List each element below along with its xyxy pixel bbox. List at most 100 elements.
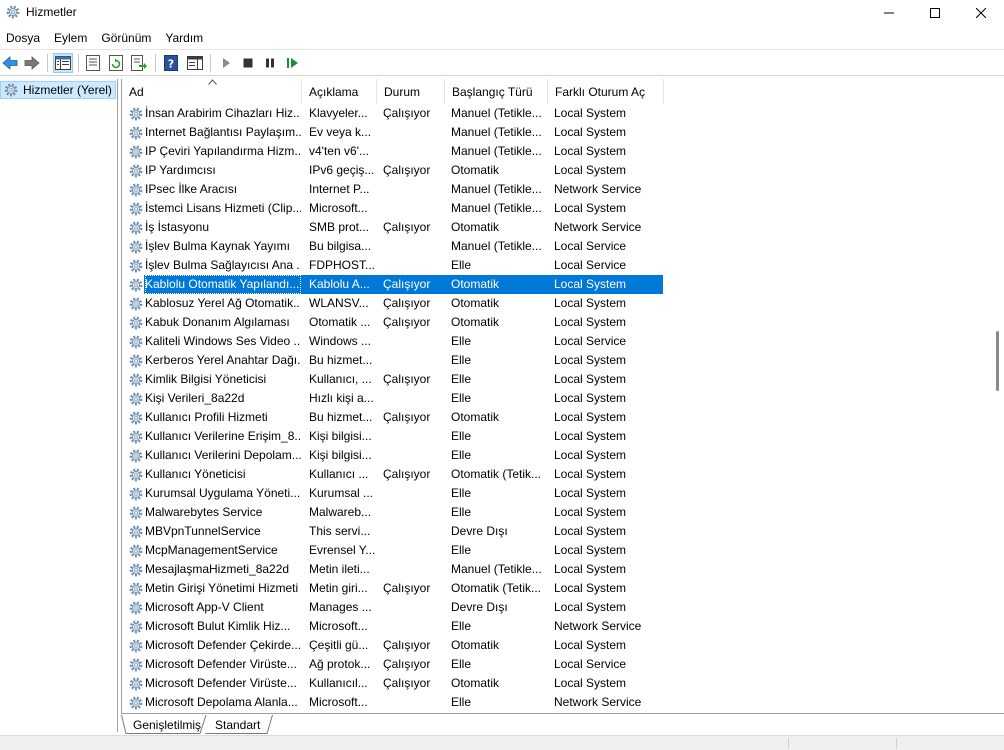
pause-icon (266, 58, 274, 68)
export-list-button[interactable] (129, 53, 149, 73)
service-row[interactable]: Kablolu Otomatik Yapılandı... Kablolu A..… (122, 275, 982, 294)
service-startup-type-cell: Otomatik (451, 277, 500, 291)
service-row[interactable]: Kullanıcı Verilerine Erişim_8... Kişi bil… (122, 427, 982, 446)
sort-ascending-icon (208, 79, 217, 85)
service-status-cell (383, 389, 443, 408)
service-row[interactable]: Internet Bağlantısı Paylaşım... Ev veya k… (122, 123, 982, 142)
menu-yardim[interactable]: Yardım (159, 28, 211, 48)
service-row[interactable]: IPsec İlke Aracısı Internet P... Manuel (T… (122, 180, 982, 199)
service-gear-icon (129, 335, 143, 349)
service-name-cell: Internet Bağlantısı Paylaşım... (145, 125, 301, 139)
menu-dosya[interactable]: Dosya (0, 28, 48, 48)
maximize-button[interactable] (912, 0, 958, 26)
menu-gorunum[interactable]: Görünüm (95, 28, 159, 48)
column-header-name[interactable]: Ad (122, 79, 302, 104)
services-list: Ad Açıklama Durum Başlangıç Türü Farklı … (121, 79, 1004, 713)
back-button[interactable] (0, 53, 20, 73)
tab-extended[interactable]: Genişletilmiş (121, 715, 207, 734)
service-row[interactable]: Microsoft App-V Client Manages ... Devre D… (122, 598, 982, 617)
service-row[interactable]: Kerberos Yerel Anahtar Dağı... Bu hizmet.… (122, 351, 982, 370)
column-header-status[interactable]: Durum (377, 79, 445, 104)
service-row[interactable]: Kurumsal Uygulama Yöneti... Kurumsal ... E… (122, 484, 982, 503)
service-log-on-as-cell: Local System (554, 448, 627, 462)
service-row[interactable]: Microsoft Defender Çekirde... Çeşitli gü.… (122, 636, 982, 655)
service-row[interactable]: MesajlaşmaHizmeti_8a22d Metin ileti... Man… (122, 560, 982, 579)
service-status-cell: Çalışıyor (383, 638, 431, 652)
service-row[interactable]: Malwarebytes Service Malwareb... Elle Local… (122, 503, 982, 522)
service-row[interactable]: İnsan Arabirim Cihazları Hiz... Klavyeler… (122, 104, 982, 123)
forward-button[interactable] (22, 53, 42, 73)
service-gear-icon (129, 449, 143, 463)
column-header-startup-type[interactable]: Başlangıç Türü (445, 79, 548, 104)
service-description-cell: Windows ... (309, 334, 372, 348)
service-description-cell: Kullanıcıl... (309, 676, 368, 690)
show-hide-console-tree-button[interactable] (53, 53, 73, 73)
service-name-cell: Kullanıcı Verilerine Erişim_8... (145, 429, 301, 443)
service-row[interactable]: Kişi Verileri_8a22d Hızlı kişi a... Elle Lo… (122, 389, 982, 408)
service-startup-type-cell: Manuel (Tetikle... (451, 201, 542, 215)
service-row[interactable]: Microsoft Depolama Alanla... Microsoft...… (122, 693, 982, 712)
service-log-on-as-cell: Local System (554, 562, 627, 576)
service-startup-type-cell: Manuel (Tetikle... (451, 182, 542, 196)
service-status-cell: Çalışıyor (383, 315, 431, 329)
stop-service-button[interactable] (238, 53, 258, 73)
service-name-cell: IP Yardımcısı (145, 163, 216, 177)
close-button[interactable] (958, 0, 1004, 26)
service-status-cell: Çalışıyor (383, 296, 431, 310)
service-row[interactable]: Microsoft Defender Virüste... Kullanıcıl.… (122, 674, 982, 693)
service-name-cell: MesajlaşmaHizmeti_8a22d (145, 562, 290, 576)
service-row[interactable]: McpManagementService Evrensel Y... Elle Loc… (122, 541, 982, 560)
service-row[interactable]: Microsoft Bulut Kimlik Hiz... Microsoft..… (122, 617, 982, 636)
menu-eylem[interactable]: Eylem (48, 28, 95, 48)
service-row[interactable]: Kabuk Donanım Algılaması Otomatik ... Çalı… (122, 313, 982, 332)
service-description-cell: Otomatik ... (309, 315, 371, 329)
service-row[interactable]: Metin Girişi Yönetimi Hizmeti Metin giri.… (122, 579, 982, 598)
service-row[interactable]: MBVpnTunnelService This servi... Devre Dış… (122, 522, 982, 541)
service-name-cell: Kaliteli Windows Ses Video ... (145, 334, 301, 348)
service-row[interactable]: İşlev Bulma Kaynak Yayımı Bu bilgisa... Ma… (122, 237, 982, 256)
service-row[interactable]: IP Çeviri Yapılandırma Hizm... v4'ten v6'… (122, 142, 982, 161)
service-row[interactable]: Microsoft Defender Virüste... Ağ protok..… (122, 655, 982, 674)
service-gear-icon (129, 468, 143, 482)
service-row[interactable]: Kullanıcı Verilerini Depolam... Kişi bilg… (122, 446, 982, 465)
service-name-cell: Kullanıcı Yöneticisi (145, 467, 246, 481)
service-row[interactable]: IP Yardımcısı IPv6 geçiş... Çalışıyor Otoma… (122, 161, 982, 180)
column-header-log-on-as[interactable]: Farklı Oturum Aç (548, 79, 664, 104)
properties-button[interactable] (83, 53, 103, 73)
service-row[interactable]: Kablosuz Yerel Ağ Otomatik... WLANSV... Ça… (122, 294, 982, 313)
restart-service-button[interactable] (283, 53, 303, 73)
help-button[interactable]: ? (161, 53, 181, 73)
refresh-button[interactable] (106, 53, 126, 73)
start-service-button[interactable] (216, 53, 236, 73)
service-row[interactable]: İş İstasyonu SMB prot... Çalışıyor Otomatik… (122, 218, 982, 237)
service-row[interactable]: Kimlik Bilgisi Yöneticisi Kullanıcı, ... Ç… (122, 370, 982, 389)
service-row[interactable]: Kaliteli Windows Ses Video ... Windows ..… (122, 332, 982, 351)
service-gear-icon (129, 354, 143, 368)
service-log-on-as-cell: Local System (554, 144, 627, 158)
tab-standard[interactable]: Standart (205, 715, 273, 734)
minimize-button[interactable] (866, 0, 912, 26)
service-description-cell: Çeşitli gü... (309, 638, 369, 652)
service-name-cell: Kullanıcı Verilerini Depolam... (145, 448, 301, 462)
tree-item-services-local[interactable]: Hizmetler (Yerel) (0, 81, 116, 99)
service-log-on-as-cell: Local System (554, 125, 627, 139)
vertical-scrollbar[interactable] (990, 79, 1004, 713)
show-action-pane-button[interactable] (185, 53, 205, 73)
scrollbar-thumb[interactable] (996, 331, 999, 391)
properties-icon (86, 55, 100, 71)
service-gear-icon (129, 183, 143, 197)
pause-service-button[interactable] (260, 53, 280, 73)
service-row[interactable]: Kullanıcı Profili Hizmeti Bu hizmet... Çal… (122, 408, 982, 427)
service-name-cell: IPsec İlke Aracısı (145, 182, 238, 196)
service-status-cell: Çalışıyor (383, 676, 431, 690)
service-log-on-as-cell: Local System (554, 600, 627, 614)
service-row[interactable]: Kullanıcı Yöneticisi Kullanıcı ... Çalışıy… (122, 465, 982, 484)
service-name-cell: Metin Girişi Yönetimi Hizmeti (145, 581, 299, 595)
services-gear-icon (4, 83, 18, 97)
service-row[interactable]: İstemci Lisans Hizmeti (Clip... Microsoft… (122, 199, 982, 218)
service-gear-icon (129, 601, 143, 615)
column-header-description[interactable]: Açıklama (302, 79, 377, 104)
service-description-cell: SMB prot... (309, 220, 370, 234)
service-name-cell: Kablosuz Yerel Ağ Otomatik... (145, 296, 301, 310)
service-row[interactable]: İşlev Bulma Sağlayıcısı Ana ... FDPHOST..… (122, 256, 982, 275)
